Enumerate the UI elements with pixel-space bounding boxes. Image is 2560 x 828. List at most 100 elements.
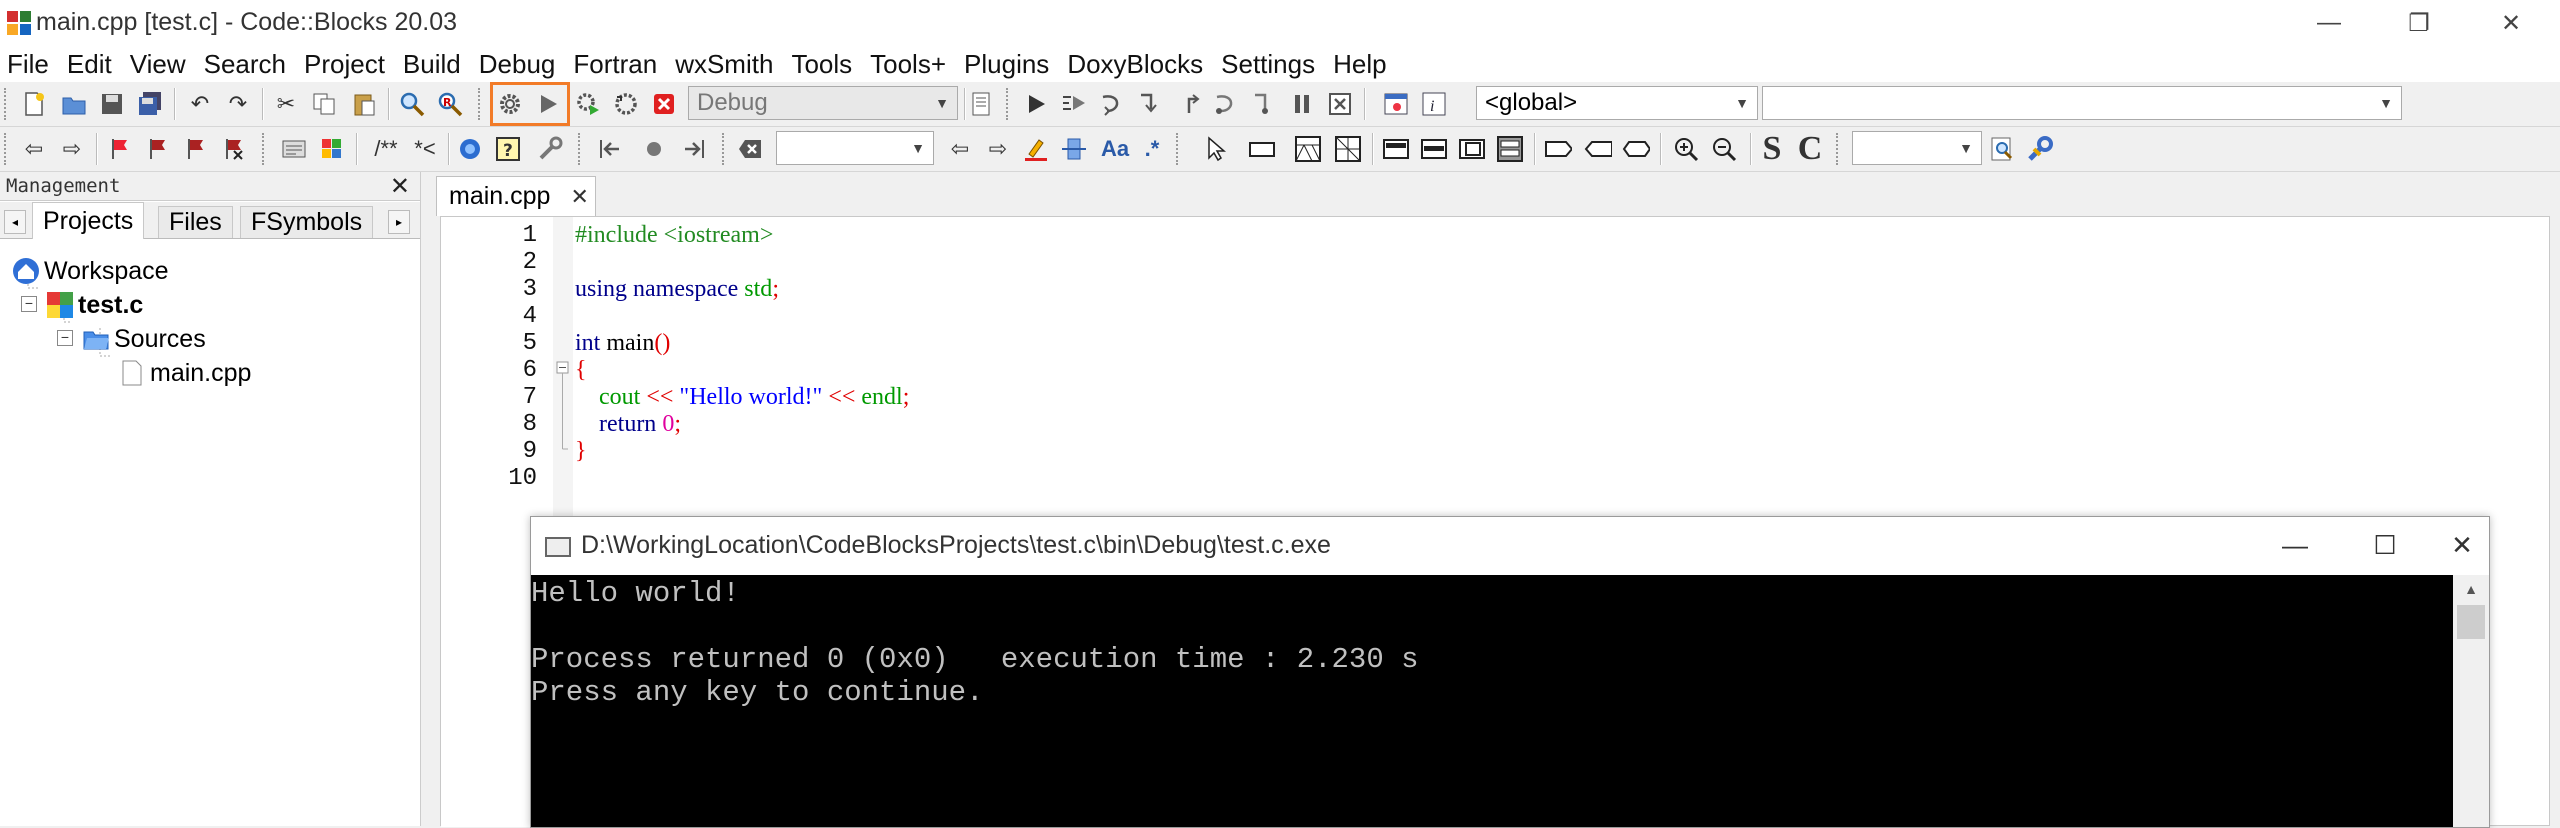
redo-icon[interactable]: ↷ (224, 90, 252, 118)
paste-icon[interactable] (350, 90, 378, 118)
save-icon[interactable] (98, 90, 126, 118)
wrench-settings-icon[interactable] (536, 135, 564, 163)
wx-align-center-icon[interactable] (1420, 135, 1448, 163)
search2-combo[interactable]: ▼ (1852, 131, 1982, 165)
highlight-icon[interactable] (1022, 135, 1050, 163)
debugging-windows-icon[interactable] (1382, 90, 1410, 118)
next-line-icon[interactable] (1098, 90, 1126, 118)
menu-view[interactable]: View (121, 49, 195, 80)
find-icon[interactable] (398, 90, 426, 118)
menu-doxyblocks[interactable]: DoxyBlocks (1058, 49, 1212, 80)
new-file-icon[interactable] (20, 90, 48, 118)
menu-settings[interactable]: Settings (1212, 49, 1324, 80)
various-info-icon[interactable]: i (1420, 90, 1448, 118)
search-combo[interactable]: ▼ (776, 131, 934, 165)
collapse-toggle-icon[interactable]: − (57, 330, 73, 346)
jump-forward-icon[interactable]: ⇨ (58, 135, 86, 163)
regex-button[interactable]: .* (1138, 135, 1166, 163)
console-title-bar[interactable]: D:\WorkingLocation\CodeBlocksProjects\te… (531, 517, 2489, 575)
tree-item-sources[interactable]: Sources (82, 322, 206, 356)
scrollbar-thumb[interactable] (2457, 605, 2485, 639)
tab-scroll-left-icon[interactable]: ◂ (4, 210, 26, 234)
editor-tab-main-cpp[interactable]: main.cpp ✕ (436, 176, 596, 216)
clear-search-icon[interactable] (736, 135, 764, 163)
next-change-icon[interactable] (680, 135, 708, 163)
save-all-icon[interactable] (136, 90, 164, 118)
wx-align-top-icon[interactable] (1382, 135, 1410, 163)
menu-debug[interactable]: Debug (470, 49, 565, 80)
tab-scroll-right-icon[interactable]: ▸ (388, 210, 410, 234)
code-completion-icon[interactable] (280, 135, 308, 163)
collapse-toggle-icon[interactable]: − (21, 296, 37, 312)
tab-fsymbols[interactable]: FSymbols (240, 206, 374, 238)
find-previous-icon[interactable]: ⇦ (946, 135, 974, 163)
tree-item-main-cpp[interactable]: main.cpp (118, 356, 251, 390)
restore-button[interactable]: ❐ (2374, 0, 2464, 46)
wx-border-left-icon[interactable] (1544, 135, 1572, 163)
next-instruction-icon[interactable] (1212, 90, 1240, 118)
todo-list-icon[interactable] (318, 135, 346, 163)
run-to-cursor-icon[interactable] (1060, 90, 1088, 118)
minimize-button[interactable]: — (2284, 0, 2374, 46)
menu-project[interactable]: Project (295, 49, 394, 80)
wx-border-right-icon[interactable] (1584, 135, 1612, 163)
open-file-icon[interactable] (60, 90, 88, 118)
pointer-tool-icon[interactable] (1202, 135, 1230, 163)
wrench-tool-icon[interactable] (2026, 135, 2054, 163)
tree-item-workspace[interactable]: Workspace (12, 254, 169, 288)
close-icon[interactable]: ✕ (570, 184, 588, 210)
toolbar-grip[interactable] (4, 88, 12, 120)
menu-file[interactable]: File (0, 49, 58, 80)
search-go-icon[interactable] (1988, 135, 2016, 163)
cut-icon[interactable]: ✂ (272, 90, 300, 118)
menu-search[interactable]: Search (195, 49, 295, 80)
wx-show-preview-button[interactable]: S (1758, 130, 1786, 167)
wx-boxsizer-icon[interactable] (1294, 135, 1322, 163)
step-into-instruction-icon[interactable] (1250, 90, 1278, 118)
build-target-select[interactable]: Debug ▼ (688, 86, 958, 120)
wx-close-preview-button[interactable]: C (1796, 130, 1824, 167)
menu-help[interactable]: Help (1324, 49, 1395, 80)
selected-text-only-icon[interactable] (1060, 135, 1088, 163)
scroll-up-icon[interactable]: ▲ (2453, 575, 2489, 603)
replace-icon[interactable]: R (436, 90, 464, 118)
clear-bookmarks-icon[interactable] (220, 135, 248, 163)
tree-item-project[interactable]: test.c (46, 288, 143, 322)
wx-expand-icon[interactable] (1496, 135, 1524, 163)
zoom-out-icon[interactable] (1710, 135, 1738, 163)
step-out-icon[interactable] (1174, 90, 1202, 118)
line-comment-button[interactable]: *< (408, 135, 442, 163)
console-window[interactable]: D:\WorkingLocation\CodeBlocksProjects\te… (530, 516, 2490, 828)
jump-back-icon[interactable]: ⇦ (20, 135, 48, 163)
show-target-list-icon[interactable] (968, 90, 996, 118)
menu-wxsmith[interactable]: wxSmith (666, 49, 782, 80)
wx-gridsizer-icon[interactable] (1334, 135, 1362, 163)
zoom-in-icon[interactable] (1672, 135, 1700, 163)
doxywizard-icon[interactable] (456, 135, 484, 163)
stop-debugger-icon[interactable] (1326, 90, 1354, 118)
abort-icon[interactable] (650, 90, 678, 118)
menu-tools[interactable]: Tools (782, 49, 861, 80)
block-comment-button[interactable]: /** (366, 135, 406, 163)
console-close-button[interactable]: ✕ (2435, 523, 2489, 567)
step-into-icon[interactable] (1136, 90, 1164, 118)
console-output[interactable]: Hello world! Process returned 0 (0x0) ex… (531, 575, 2453, 827)
next-bookmark-icon[interactable] (182, 135, 210, 163)
help-chm-icon[interactable]: ? (494, 135, 522, 163)
menu-edit[interactable]: Edit (58, 49, 121, 80)
menu-build[interactable]: Build (394, 49, 470, 80)
prev-bookmark-icon[interactable] (144, 135, 172, 163)
build-and-run-icon[interactable] (574, 90, 602, 118)
break-debugger-icon[interactable] (1288, 90, 1316, 118)
menu-tools-plus[interactable]: Tools+ (861, 49, 955, 80)
copy-icon[interactable] (310, 90, 338, 118)
symbol-select[interactable]: ▼ (1762, 86, 2402, 120)
tab-files[interactable]: Files (158, 206, 233, 238)
match-case-button[interactable]: Aa (1098, 135, 1132, 163)
rebuild-icon[interactable] (612, 90, 640, 118)
wx-panel-icon[interactable] (1248, 135, 1276, 163)
record-macro-icon[interactable] (640, 135, 668, 163)
console-minimize-button[interactable]: — (2255, 523, 2335, 567)
close-window-button[interactable]: ✕ (2466, 0, 2556, 46)
panel-splitter[interactable] (421, 172, 430, 826)
